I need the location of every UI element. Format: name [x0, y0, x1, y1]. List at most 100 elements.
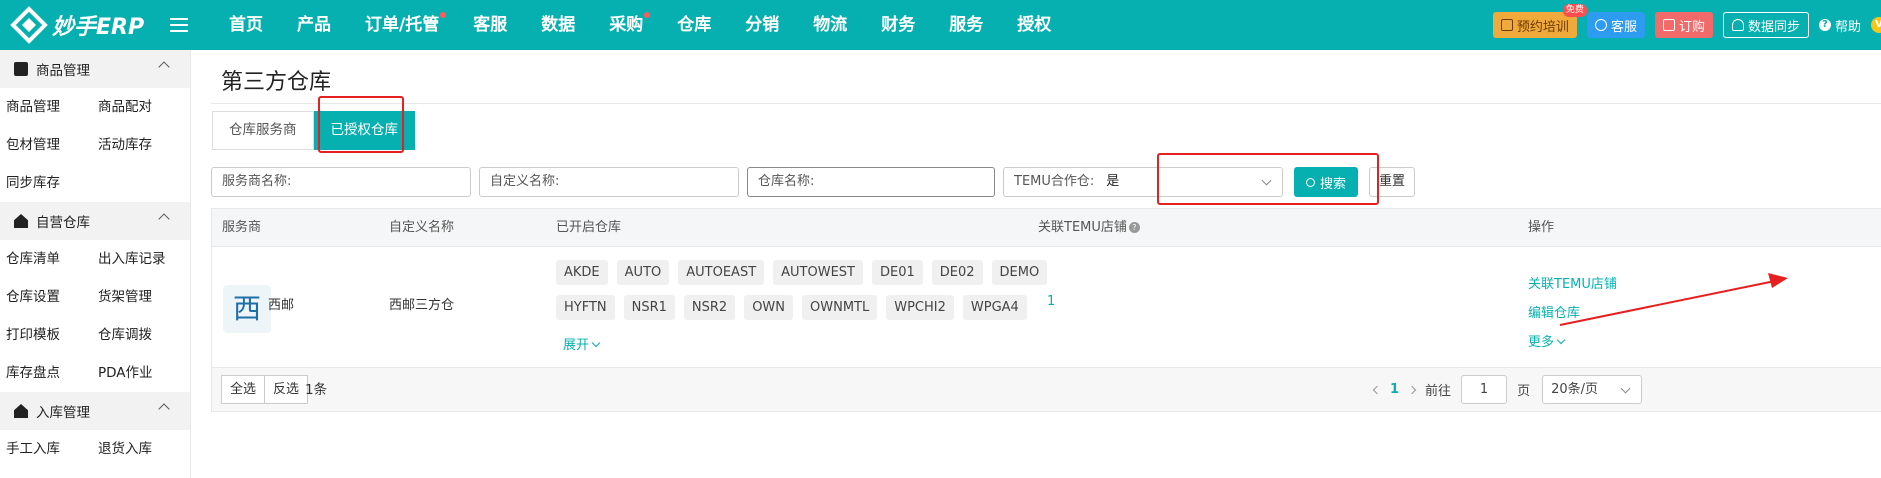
- chevron-up-icon[interactable]: [158, 61, 170, 73]
- warehouse-table: 服务商 自定义名称 已开启仓库 关联TEMU店铺? 操作 西 西邮 西邮三方仓 …: [211, 208, 1881, 368]
- data-sync-label: 数据同步: [1747, 19, 1800, 35]
- info-icon[interactable]: ?: [1128, 222, 1140, 233]
- goto-page-input[interactable]: 1: [1461, 375, 1508, 404]
- warehouse-tag: AKDE: [556, 260, 608, 285]
- sidebar-item[interactable]: 货架管理: [92, 278, 184, 316]
- col-custom-name: 自定义名称: [389, 220, 455, 235]
- sidebar-section-1[interactable]: 自营仓库: [0, 202, 190, 240]
- sidebar-item[interactable]: 库存盘点: [0, 354, 92, 392]
- annotation-box-tab: [318, 96, 404, 153]
- nav-item-label: 分销: [745, 15, 780, 35]
- sidebar-item[interactable]: 同步库存: [0, 164, 92, 202]
- warehouse-tag: DEMO: [991, 260, 1048, 285]
- sidebar-item[interactable]: 商品管理: [0, 88, 92, 126]
- data-sync-button[interactable]: 数据同步: [1722, 12, 1809, 38]
- sidebar-section-title: 商品管理: [36, 63, 90, 79]
- nav-item-0[interactable]: 首页: [212, 0, 280, 50]
- sidebar-section-title: 自营仓库: [36, 215, 90, 231]
- more-actions-link[interactable]: 更多: [1528, 328, 1617, 357]
- nav-item-11[interactable]: 授权: [1000, 0, 1068, 50]
- nav-item-8[interactable]: 物流: [796, 0, 864, 50]
- main-content: 第三方仓库 仓库服务商 已授权仓库 服务商名称: 自定义名称: 仓库名称: TE…: [191, 50, 1881, 478]
- sidebar-item[interactable]: PDA作业: [92, 354, 184, 392]
- more-actions-label: 更多: [1528, 335, 1555, 350]
- col-temu-shops: 关联TEMU店铺?: [1038, 209, 1140, 247]
- nav-item-4[interactable]: 数据: [524, 0, 592, 50]
- table-row: 西 西邮 西邮三方仓 AKDE AUTO AUTOEAST AUTOWEST DE01 D…: [212, 248, 1881, 369]
- warehouse-tag: OWNMTL: [802, 295, 878, 320]
- sidebar-section-title: 入库管理: [36, 405, 90, 421]
- nav-item-label: 首页: [229, 15, 263, 35]
- select-all-button[interactable]: 全选: [221, 375, 266, 404]
- sidebar-item[interactable]: 包材管理: [0, 126, 92, 164]
- warehouse-tag: WPCHI2: [886, 295, 954, 320]
- warehouse-tag: NSR1: [623, 295, 675, 320]
- nav-item-9[interactable]: 财务: [864, 0, 932, 50]
- nav-item-label: 数据: [541, 15, 576, 35]
- sidebar-item[interactable]: 仓库清单: [0, 240, 92, 278]
- nav-item-7[interactable]: 分销: [728, 0, 796, 50]
- warehouse-name-input[interactable]: 仓库名称:: [747, 167, 995, 197]
- chevron-up-icon[interactable]: [158, 213, 170, 225]
- customer-service-button[interactable]: 客服: [1586, 12, 1645, 38]
- menu-toggle-icon[interactable]: [170, 18, 188, 32]
- provider-avatar: 西: [223, 285, 271, 333]
- chevron-down-icon: [591, 338, 601, 348]
- sidebar-section-0[interactable]: 商品管理: [0, 50, 190, 88]
- page-size-select[interactable]: 20条/页: [1542, 375, 1643, 404]
- tab-warehouse-providers[interactable]: 仓库服务商: [212, 111, 314, 150]
- link-temu-shop-link[interactable]: 关联TEMU店铺: [1528, 270, 1617, 299]
- nav-item-6[interactable]: 仓库: [660, 0, 728, 50]
- user-avatar[interactable]: V: [1871, 17, 1881, 33]
- nav-item-10[interactable]: 服务: [932, 0, 1000, 50]
- sidebar: 商品管理 商品管理 商品配对 包材管理 活动库存 同步库存 自营仓库 仓库清单 出入库记录 仓库设…: [0, 50, 191, 478]
- prev-page-icon[interactable]: [1372, 385, 1382, 394]
- nav-item-label: 采购: [609, 15, 644, 35]
- next-page-icon[interactable]: [1407, 385, 1417, 394]
- nav-item-label: 物流: [813, 15, 848, 35]
- logo[interactable]: 妙手ERP: [0, 6, 162, 44]
- record-count: 1条: [305, 382, 328, 398]
- current-page[interactable]: 1: [1390, 382, 1399, 397]
- training-button[interactable]: 预约培训 免费: [1492, 4, 1587, 38]
- col-temu-shops-label: 关联TEMU店铺: [1038, 220, 1127, 235]
- sidebar-item[interactable]: 仓库设置: [0, 278, 92, 316]
- clipboard-icon: [14, 62, 28, 76]
- nav-item-5[interactable]: 采购: [592, 0, 660, 50]
- nav-item-3[interactable]: 客服: [456, 0, 524, 50]
- subscribe-button[interactable]: 订购: [1654, 12, 1713, 38]
- sidebar-item[interactable]: 出入库记录: [92, 240, 184, 278]
- warehouse-tag: AUTO: [616, 260, 670, 285]
- provider-name-input[interactable]: 服务商名称:: [211, 167, 471, 197]
- invert-selection-button[interactable]: 反选: [265, 375, 309, 404]
- custom-name-input[interactable]: 自定义名称:: [479, 167, 739, 197]
- nav-item-2[interactable]: 订单/托管: [348, 0, 456, 50]
- edit-warehouse-link[interactable]: 编辑仓库: [1528, 299, 1617, 328]
- sidebar-item[interactable]: 打印模板: [0, 316, 92, 354]
- temu-shop-count[interactable]: 1: [1047, 294, 1055, 309]
- sidebar-item[interactable]: 活动库存: [92, 126, 184, 164]
- page-size-value: 20条/页: [1551, 382, 1599, 397]
- notification-dot: [644, 12, 651, 18]
- sidebar-item[interactable]: 仓库调拨: [92, 316, 184, 354]
- provider-name: 西邮: [268, 298, 295, 313]
- page-title: 第三方仓库: [221, 70, 332, 95]
- help-icon: ?: [1818, 19, 1831, 31]
- nav-item-label: 授权: [1017, 15, 1052, 35]
- customer-service-label: 客服: [1610, 19, 1637, 35]
- expand-link[interactable]: 展开: [563, 334, 601, 353]
- sidebar-item[interactable]: 商品配对: [92, 88, 184, 126]
- sidebar-items: 手工入库 退货入库: [0, 430, 190, 468]
- col-actions: 操作: [1528, 220, 1555, 235]
- sidebar-item[interactable]: 手工入库: [0, 430, 92, 468]
- nav-item-1[interactable]: 产品: [280, 0, 348, 50]
- col-enabled-warehouses: 已开启仓库: [556, 220, 622, 235]
- annotation-box-filter: [1157, 153, 1379, 205]
- sidebar-section-2[interactable]: 入库管理: [0, 392, 190, 430]
- tag-row: AKDE AUTO AUTOEAST AUTOWEST DE01 DE02 DEMO: [556, 260, 1056, 285]
- house-icon: [14, 214, 28, 228]
- help-link[interactable]: ? 帮助: [1818, 16, 1861, 35]
- sidebar-item[interactable]: 退货入库: [92, 430, 184, 468]
- main-nav: 首页 产品 订单/托管 客服 数据 采购 仓库 分销 物流 财务 服务 授权: [212, 0, 1068, 50]
- chevron-up-icon[interactable]: [158, 403, 170, 415]
